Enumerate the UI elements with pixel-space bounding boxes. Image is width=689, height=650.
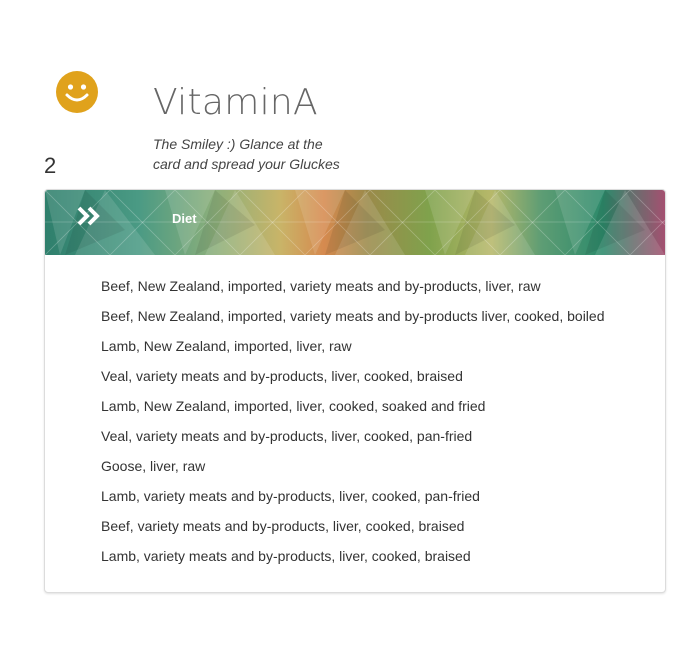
banner-background bbox=[45, 190, 665, 255]
card-number: 2 bbox=[44, 153, 57, 178]
list-item: Lamb, New Zealand, imported, liver, cook… bbox=[101, 398, 486, 414]
subtitle-line-2: card and spread your Gluckes bbox=[153, 156, 340, 172]
diet-card: Diet Beef, New Zealand, imported, variet… bbox=[44, 189, 666, 593]
list-item: Lamb, New Zealand, imported, liver, raw bbox=[101, 338, 352, 354]
list-item: Veal, variety meats and by-products, liv… bbox=[101, 428, 473, 444]
list-item: Beef, New Zealand, imported, variety mea… bbox=[101, 278, 541, 294]
banner-label: Diet bbox=[172, 211, 197, 226]
subtitle: The Smiley :) Glance at the card and spr… bbox=[153, 134, 353, 174]
double-chevron-right-icon bbox=[76, 206, 102, 226]
food-list: Beef, New Zealand, imported, variety mea… bbox=[101, 277, 604, 577]
card-banner: Diet bbox=[45, 190, 665, 255]
list-item: Beef, New Zealand, imported, variety mea… bbox=[101, 308, 605, 324]
list-item: Veal, variety meats and by-products, liv… bbox=[101, 368, 463, 384]
list-item: Lamb, variety meats and by-products, liv… bbox=[101, 488, 480, 504]
smiley-face-icon bbox=[56, 71, 98, 113]
list-item: Beef, variety meats and by-products, liv… bbox=[101, 518, 465, 534]
list-item: Lamb, variety meats and by-products, liv… bbox=[101, 548, 471, 564]
subtitle-line-1: The Smiley :) Glance at the bbox=[153, 136, 323, 152]
page-title: VitaminA bbox=[153, 82, 318, 123]
list-item: Goose, liver, raw bbox=[101, 458, 206, 474]
